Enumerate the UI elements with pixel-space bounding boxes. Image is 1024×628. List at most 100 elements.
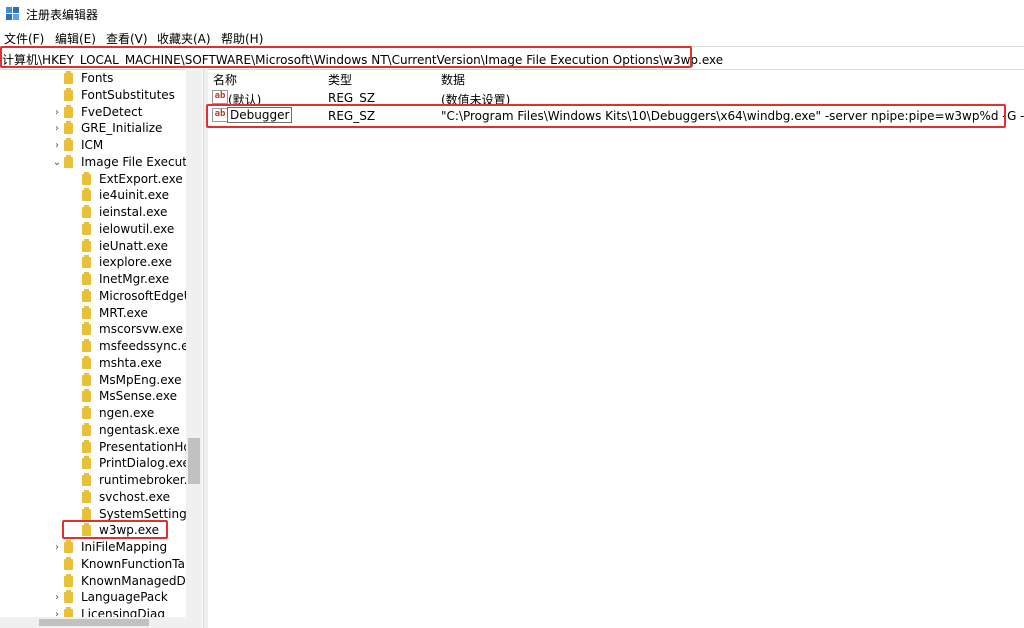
tree-item[interactable]: KnownFunctionTab <box>0 556 193 573</box>
chevron-right-icon[interactable] <box>70 221 80 238</box>
tree-item[interactable]: svchost.exe <box>0 489 186 506</box>
tree-item[interactable]: mshta.exe <box>0 355 186 372</box>
key-tree[interactable]: Fonts FontSubstitutes › FveDetect › GRE_Initi… <box>0 69 202 628</box>
menu-bar: 文件(F) 编辑(E) 查看(V) 收藏夹(A) 帮助(H) <box>0 28 1024 46</box>
menu-help[interactable]: 帮助(H) <box>221 30 263 47</box>
folder-icon <box>82 389 91 403</box>
chevron-right-icon[interactable] <box>70 489 80 506</box>
tree-item[interactable]: MsMpEng.exe <box>0 372 186 389</box>
chevron-right-icon[interactable] <box>70 338 80 355</box>
tree-item[interactable]: InetMgr.exe <box>0 271 186 288</box>
menu-edit[interactable]: 编辑(E) <box>55 30 96 47</box>
folder-icon <box>82 255 91 269</box>
tree-item[interactable]: ielowutil.exe <box>0 221 186 238</box>
w3wp-highlight <box>62 520 168 539</box>
chevron-right-icon[interactable]: › <box>52 104 62 121</box>
chevron-right-icon[interactable] <box>70 439 80 456</box>
chevron-right-icon[interactable] <box>70 171 80 188</box>
folder-icon <box>82 221 91 235</box>
tree-item[interactable]: PrintDialog.exe <box>0 455 190 472</box>
tree-item[interactable]: ⌄ Image File Executic <box>0 154 197 171</box>
tree-item-label: ngen.exe <box>99 406 155 420</box>
folder-icon <box>64 556 73 570</box>
chevron-right-icon[interactable] <box>70 372 80 389</box>
menu-favorites[interactable]: 收藏夹(A) <box>157 30 211 47</box>
chevron-right-icon[interactable] <box>70 305 80 322</box>
tree-item[interactable]: runtimebroker.e <box>0 472 195 489</box>
chevron-right-icon[interactable]: › <box>52 589 62 606</box>
tree-item-label: MicrosoftEdgeU <box>99 288 193 303</box>
tree-hscrollbar[interactable] <box>0 617 186 628</box>
tree-item-label: GRE_Initialize <box>81 121 163 136</box>
tree-item[interactable]: ngen.exe <box>0 405 186 422</box>
chevron-down-icon[interactable]: ⌄ <box>52 154 62 171</box>
tree-item[interactable]: ieinstal.exe <box>0 204 186 221</box>
tree-item[interactable]: › IniFileMapping <box>0 539 186 556</box>
chevron-right-icon[interactable] <box>70 405 80 422</box>
col-data-header[interactable]: 数据 <box>441 71 465 88</box>
chevron-right-icon[interactable] <box>52 556 62 573</box>
tree-item[interactable]: FontSubstitutes <box>0 87 186 104</box>
folder-icon <box>82 355 91 369</box>
tree-item-label: IniFileMapping <box>81 540 168 554</box>
chevron-right-icon[interactable] <box>70 254 80 271</box>
menu-file[interactable]: 文件(F) <box>4 30 44 47</box>
chevron-right-icon[interactable] <box>70 204 80 221</box>
tree-item[interactable]: iexplore.exe <box>0 254 186 271</box>
tree-item-label: ielowutil.exe <box>99 221 175 236</box>
chevron-right-icon[interactable] <box>70 187 80 204</box>
menu-view[interactable]: 查看(V) <box>106 30 148 47</box>
chevron-right-icon[interactable] <box>52 70 62 87</box>
chevron-right-icon[interactable]: › <box>52 137 62 154</box>
tree-item-label: InetMgr.exe <box>99 272 170 286</box>
chevron-right-icon[interactable] <box>70 288 80 305</box>
folder-icon <box>82 456 91 470</box>
value-type: REG_SZ <box>328 91 376 105</box>
tree-scroll-thumb[interactable] <box>188 438 200 484</box>
tree-hscroll-thumb[interactable] <box>39 619 149 626</box>
tree-scrollbar[interactable] <box>186 69 202 628</box>
tree-item[interactable]: ExtExport.exe <box>0 171 186 188</box>
tree-item[interactable]: › FveDetect <box>0 104 186 121</box>
chevron-right-icon[interactable] <box>52 87 62 104</box>
tree-item[interactable]: MRT.exe <box>0 305 186 322</box>
folder-icon <box>82 339 91 352</box>
window-title: 注册表编辑器 <box>26 8 99 22</box>
tree-item[interactable]: ngentask.exe <box>0 422 186 439</box>
col-name-header[interactable]: 名称 <box>213 71 237 88</box>
tree-item-label: ICM <box>81 138 104 152</box>
chevron-right-icon[interactable] <box>70 271 80 288</box>
tree-item[interactable]: MsSense.exe <box>0 388 186 405</box>
chevron-right-icon[interactable] <box>70 355 80 372</box>
tree-item-label: KnownFunctionTab <box>81 556 193 571</box>
tree-item[interactable]: KnownManagedDe <box>0 573 193 590</box>
chevron-right-icon[interactable] <box>70 238 80 255</box>
chevron-right-icon[interactable] <box>70 321 80 338</box>
chevron-right-icon[interactable] <box>70 422 80 439</box>
tree-item[interactable]: › ICM <box>0 137 186 154</box>
tree-item[interactable]: mscorsvw.exe <box>0 321 186 338</box>
folder-icon <box>64 540 73 553</box>
tree-item-label: ieUnatt.exe <box>99 238 168 253</box>
chevron-right-icon[interactable] <box>70 455 80 472</box>
chevron-right-icon[interactable] <box>70 388 80 405</box>
tree-item-label: mscorsvw.exe <box>99 322 183 337</box>
chevron-right-icon[interactable] <box>70 472 80 489</box>
tree-item[interactable]: ieUnatt.exe <box>0 238 186 255</box>
folder-icon <box>82 406 91 419</box>
values-list[interactable]: 名称 类型 数据 ab (默认) REG_SZ (数值未设置) ab Debug… <box>208 69 1024 628</box>
tree-item[interactable]: ie4uinit.exe <box>0 187 186 204</box>
tree-item[interactable]: MicrosoftEdgeU <box>0 288 193 305</box>
chevron-right-icon[interactable] <box>52 573 62 590</box>
chevron-right-icon[interactable]: › <box>52 539 62 556</box>
chevron-right-icon[interactable]: › <box>52 120 62 137</box>
string-value-icon: ab <box>212 90 228 104</box>
folder-icon <box>82 205 91 218</box>
tree-item[interactable]: Fonts <box>0 70 186 87</box>
tree-item[interactable]: PresentationHos <box>0 439 197 456</box>
tree-item[interactable]: › GRE_Initialize <box>0 120 186 137</box>
tree-item[interactable]: msfeedssync.exe <box>0 338 202 355</box>
tree-item[interactable]: › LanguagePack <box>0 589 186 606</box>
col-type-header[interactable]: 类型 <box>328 71 352 88</box>
folder-icon <box>64 104 73 118</box>
